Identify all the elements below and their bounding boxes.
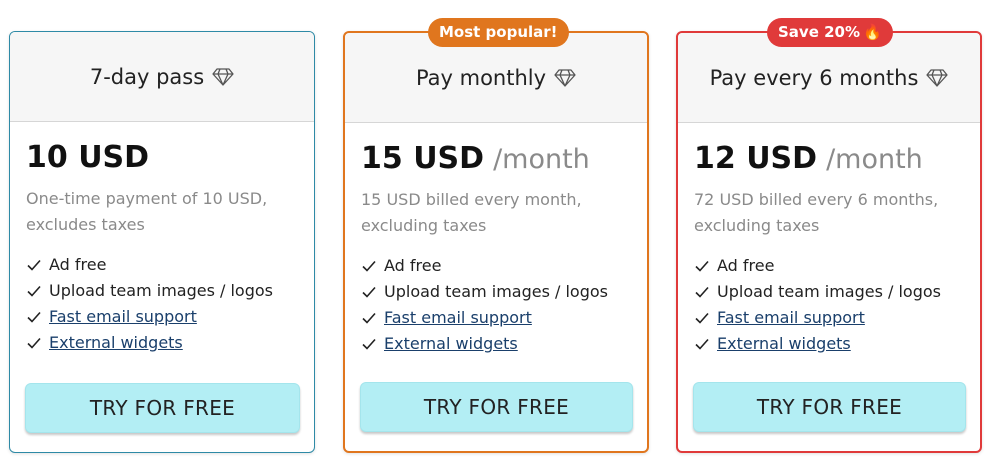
price-amount: 10 USD	[26, 140, 150, 175]
checkmark-icon	[27, 285, 41, 297]
plan-price: 15 USD /month	[361, 141, 632, 176]
checkmark-icon	[695, 312, 709, 324]
checkmark-icon	[362, 260, 376, 272]
checkmark-icon	[362, 286, 376, 298]
feature-item: Fast email support	[361, 305, 632, 331]
most-popular-badge: Most popular!	[428, 18, 569, 47]
price-period: /month	[826, 144, 923, 175]
price-amount: 15 USD	[361, 141, 485, 176]
checkmark-icon	[27, 311, 41, 323]
feature-label: Upload team images / logos	[49, 281, 273, 300]
checkmark-icon	[362, 312, 376, 324]
feature-item: Ad free	[26, 252, 299, 278]
badge-label: Save 20%	[778, 23, 861, 41]
pricing-card-7-day: 7-day pass 10 USD One-time payment of 10…	[9, 31, 315, 453]
plan-name: Pay monthly	[415, 65, 547, 90]
checkmark-icon	[695, 286, 709, 298]
diamond-icon	[212, 67, 234, 86]
feature-item: Fast email support	[694, 305, 965, 331]
feature-label: Ad free	[384, 256, 442, 275]
try-for-free-button[interactable]: TRY FOR FREE	[693, 382, 966, 432]
feature-item: Upload team images / logos	[694, 279, 965, 305]
badge-label: Most popular!	[439, 23, 558, 41]
save-badge: Save 20% 🔥	[767, 18, 893, 47]
feature-link-email-support[interactable]: Fast email support	[49, 304, 197, 330]
feature-item: Ad free	[694, 253, 965, 279]
diamond-icon	[554, 68, 576, 87]
feature-item: Fast email support	[26, 304, 299, 330]
feature-list: Ad free Upload team images / logos Fast …	[26, 252, 299, 356]
plan-body: 15 USD /month 15 USD billed every month,…	[345, 123, 647, 357]
feature-link-email-support[interactable]: Fast email support	[384, 305, 532, 331]
plan-description: 72 USD billed every 6 months, excluding …	[694, 190, 939, 235]
plan-name: Pay every 6 months	[709, 65, 919, 90]
feature-item: Ad free	[361, 253, 632, 279]
checkmark-icon	[362, 338, 376, 350]
checkmark-icon	[695, 338, 709, 350]
plan-price: 12 USD /month	[694, 141, 965, 176]
pricing-card-6-months: Pay every 6 months 12 USD /month 72 USD …	[676, 31, 982, 453]
feature-label: Upload team images / logos	[384, 282, 608, 301]
feature-item: External widgets	[26, 330, 299, 356]
plan-description: 15 USD billed every month, excluding tax…	[361, 190, 582, 235]
feature-label: Upload team images / logos	[717, 282, 941, 301]
feature-item: Upload team images / logos	[26, 278, 299, 304]
plan-description: One-time payment of 10 USD, excludes tax…	[26, 189, 268, 234]
price-period: /month	[493, 144, 590, 175]
plan-name: 7-day pass	[89, 64, 205, 89]
feature-list: Ad free Upload team images / logos Fast …	[361, 253, 632, 357]
price-amount: 12 USD	[694, 141, 818, 176]
try-for-free-button[interactable]: TRY FOR FREE	[25, 383, 300, 433]
feature-link-external-widgets[interactable]: External widgets	[49, 330, 183, 356]
feature-link-external-widgets[interactable]: External widgets	[717, 331, 851, 357]
try-for-free-button[interactable]: TRY FOR FREE	[360, 382, 633, 432]
feature-label: Ad free	[717, 256, 775, 275]
fire-icon: 🔥	[863, 23, 882, 41]
feature-item: Upload team images / logos	[361, 279, 632, 305]
checkmark-icon	[27, 337, 41, 349]
feature-link-email-support[interactable]: Fast email support	[717, 305, 865, 331]
plan-price: 10 USD	[26, 140, 299, 175]
feature-link-external-widgets[interactable]: External widgets	[384, 331, 518, 357]
checkmark-icon	[695, 260, 709, 272]
diamond-icon	[926, 68, 949, 87]
pricing-card-monthly: Pay monthly 15 USD /month 15 USD billed …	[343, 31, 649, 453]
plan-body: 12 USD /month 72 USD billed every 6 mont…	[678, 123, 980, 357]
plan-header: 7-day pass	[10, 32, 314, 122]
feature-label: Ad free	[49, 255, 107, 274]
plan-body: 10 USD One-time payment of 10 USD, exclu…	[10, 122, 314, 356]
checkmark-icon	[27, 259, 41, 271]
feature-item: External widgets	[361, 331, 632, 357]
feature-item: External widgets	[694, 331, 965, 357]
feature-list: Ad free Upload team images / logos Fast …	[694, 253, 965, 357]
